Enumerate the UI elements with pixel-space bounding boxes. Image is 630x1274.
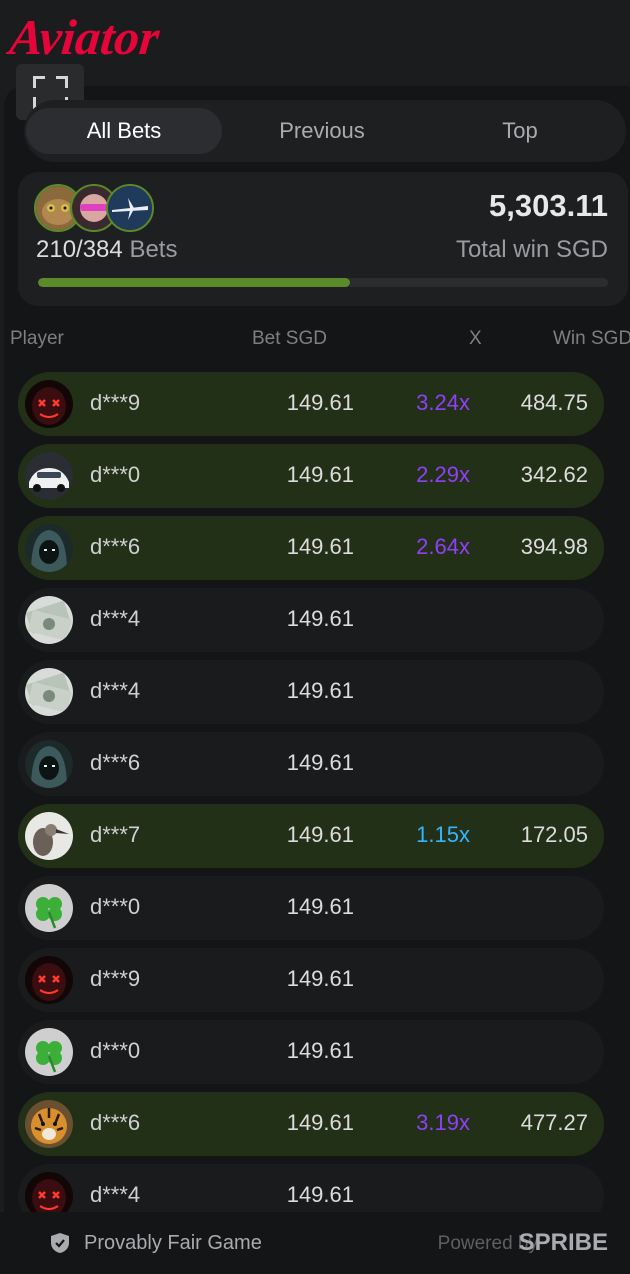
bet-amount: 149.61 — [286, 390, 354, 415]
clover-icon — [25, 1028, 73, 1076]
spribe-logo: SPRIBE — [518, 1229, 608, 1256]
player-name: d***6 — [90, 534, 141, 559]
expand-icon-corner — [56, 76, 68, 88]
multiplier: 2.29x — [416, 462, 470, 487]
bet-row: d***6 149.61 3.19x 477.27 — [18, 1092, 604, 1156]
win-amount: 477.27 — [520, 1110, 588, 1135]
clover-icon — [25, 884, 73, 932]
bet-row: d***7 149.61 1.15x 172.05 — [18, 804, 604, 868]
tab-previous[interactable]: Previous — [224, 108, 420, 154]
bets-progress-fill — [38, 278, 350, 287]
tiger-icon — [25, 1100, 73, 1148]
player-name: d***4 — [90, 606, 141, 631]
bet-amount: 149.61 — [286, 894, 354, 919]
tab-all-bets[interactable]: All Bets — [26, 108, 222, 154]
mask-icon — [25, 380, 73, 428]
hood-icon — [25, 524, 73, 572]
bet-amount: 149.61 — [286, 534, 354, 559]
provably-fair-link[interactable]: Provably Fair Game — [84, 1232, 262, 1255]
bet-amount: 149.61 — [286, 1038, 354, 1063]
bet-amount: 149.61 — [286, 822, 354, 847]
bet-row: d***4 149.61 — [18, 588, 604, 652]
hood-icon — [25, 740, 73, 788]
bet-row: d***6 149.61 2.64x 394.98 — [18, 516, 604, 580]
column-player: Player — [10, 328, 64, 349]
aviator-logo: Aviator — [7, 9, 163, 65]
bird-icon — [25, 812, 73, 860]
multiplier: 1.15x — [416, 822, 470, 847]
shield-icon — [51, 1233, 69, 1253]
bet-row: d***0 149.61 — [18, 876, 604, 940]
bet-row: d***0 149.61 2.29x 342.62 — [18, 444, 604, 508]
tab-top[interactable]: Top — [422, 108, 618, 154]
bet-amount: 149.61 — [286, 462, 354, 487]
player-name: d***7 — [90, 822, 141, 847]
bet-row: d***9 149.61 — [18, 948, 604, 1012]
bet-amount: 149.61 — [286, 606, 354, 631]
column-win: Win SGD — [553, 328, 630, 349]
bets-count-value: 210/384 — [36, 236, 123, 263]
bet-amount: 149.61 — [286, 1110, 354, 1135]
column-multiplier: X — [469, 328, 482, 349]
bets-summary: 210/384 Bets 5,303.11 Total win SGD — [18, 172, 628, 306]
win-amount: 342.62 — [520, 462, 588, 487]
mask-icon — [25, 956, 73, 1004]
multiplier: 3.19x — [416, 1110, 470, 1135]
jet-avatar-icon — [106, 184, 154, 232]
player-name: d***4 — [90, 678, 141, 703]
expand-icon — [33, 76, 45, 88]
bet-amount: 149.61 — [286, 750, 354, 775]
avatar-stack — [34, 184, 174, 232]
bet-amount: 149.61 — [286, 1182, 354, 1207]
player-name: d***0 — [90, 1038, 141, 1063]
bet-row: d***0 149.61 — [18, 1020, 604, 1084]
win-amount: 172.05 — [520, 822, 588, 847]
player-name: d***0 — [90, 894, 141, 919]
total-win-value: 5,303.11 — [489, 188, 608, 223]
bet-row: d***9 149.61 3.24x 484.75 — [18, 372, 604, 436]
win-amount: 484.75 — [520, 390, 588, 415]
total-win-label: Total win SGD — [455, 236, 608, 263]
player-name: d***6 — [90, 750, 141, 775]
bet-row: d***6 149.61 — [18, 732, 604, 796]
bet-amount: 149.61 — [286, 678, 354, 703]
bets-count: 210/384 Bets — [36, 236, 177, 264]
bets-tabs: All Bets Previous Top — [24, 100, 626, 162]
bets-count-label: Bets — [129, 236, 178, 263]
money-icon — [25, 668, 73, 716]
player-name: d***6 — [90, 1110, 141, 1135]
bet-row: d***4 149.61 — [18, 660, 604, 724]
player-name: d***0 — [90, 462, 141, 487]
multiplier: 2.64x — [416, 534, 470, 559]
multiplier: 3.24x — [416, 390, 470, 415]
bet-amount: 149.61 — [286, 966, 354, 991]
column-bet: Bet SGD — [252, 328, 327, 349]
footer: Provably Fair Game Powered by SPRIBE — [0, 1212, 630, 1274]
player-name: d***9 — [90, 390, 141, 415]
player-name: d***9 — [90, 966, 141, 991]
player-name: d***4 — [90, 1182, 141, 1207]
bets-progress-bar — [38, 278, 608, 287]
top-bar: Aviator — [0, 0, 630, 76]
money-icon — [25, 596, 73, 644]
win-amount: 394.98 — [520, 534, 588, 559]
car-icon — [25, 452, 73, 500]
